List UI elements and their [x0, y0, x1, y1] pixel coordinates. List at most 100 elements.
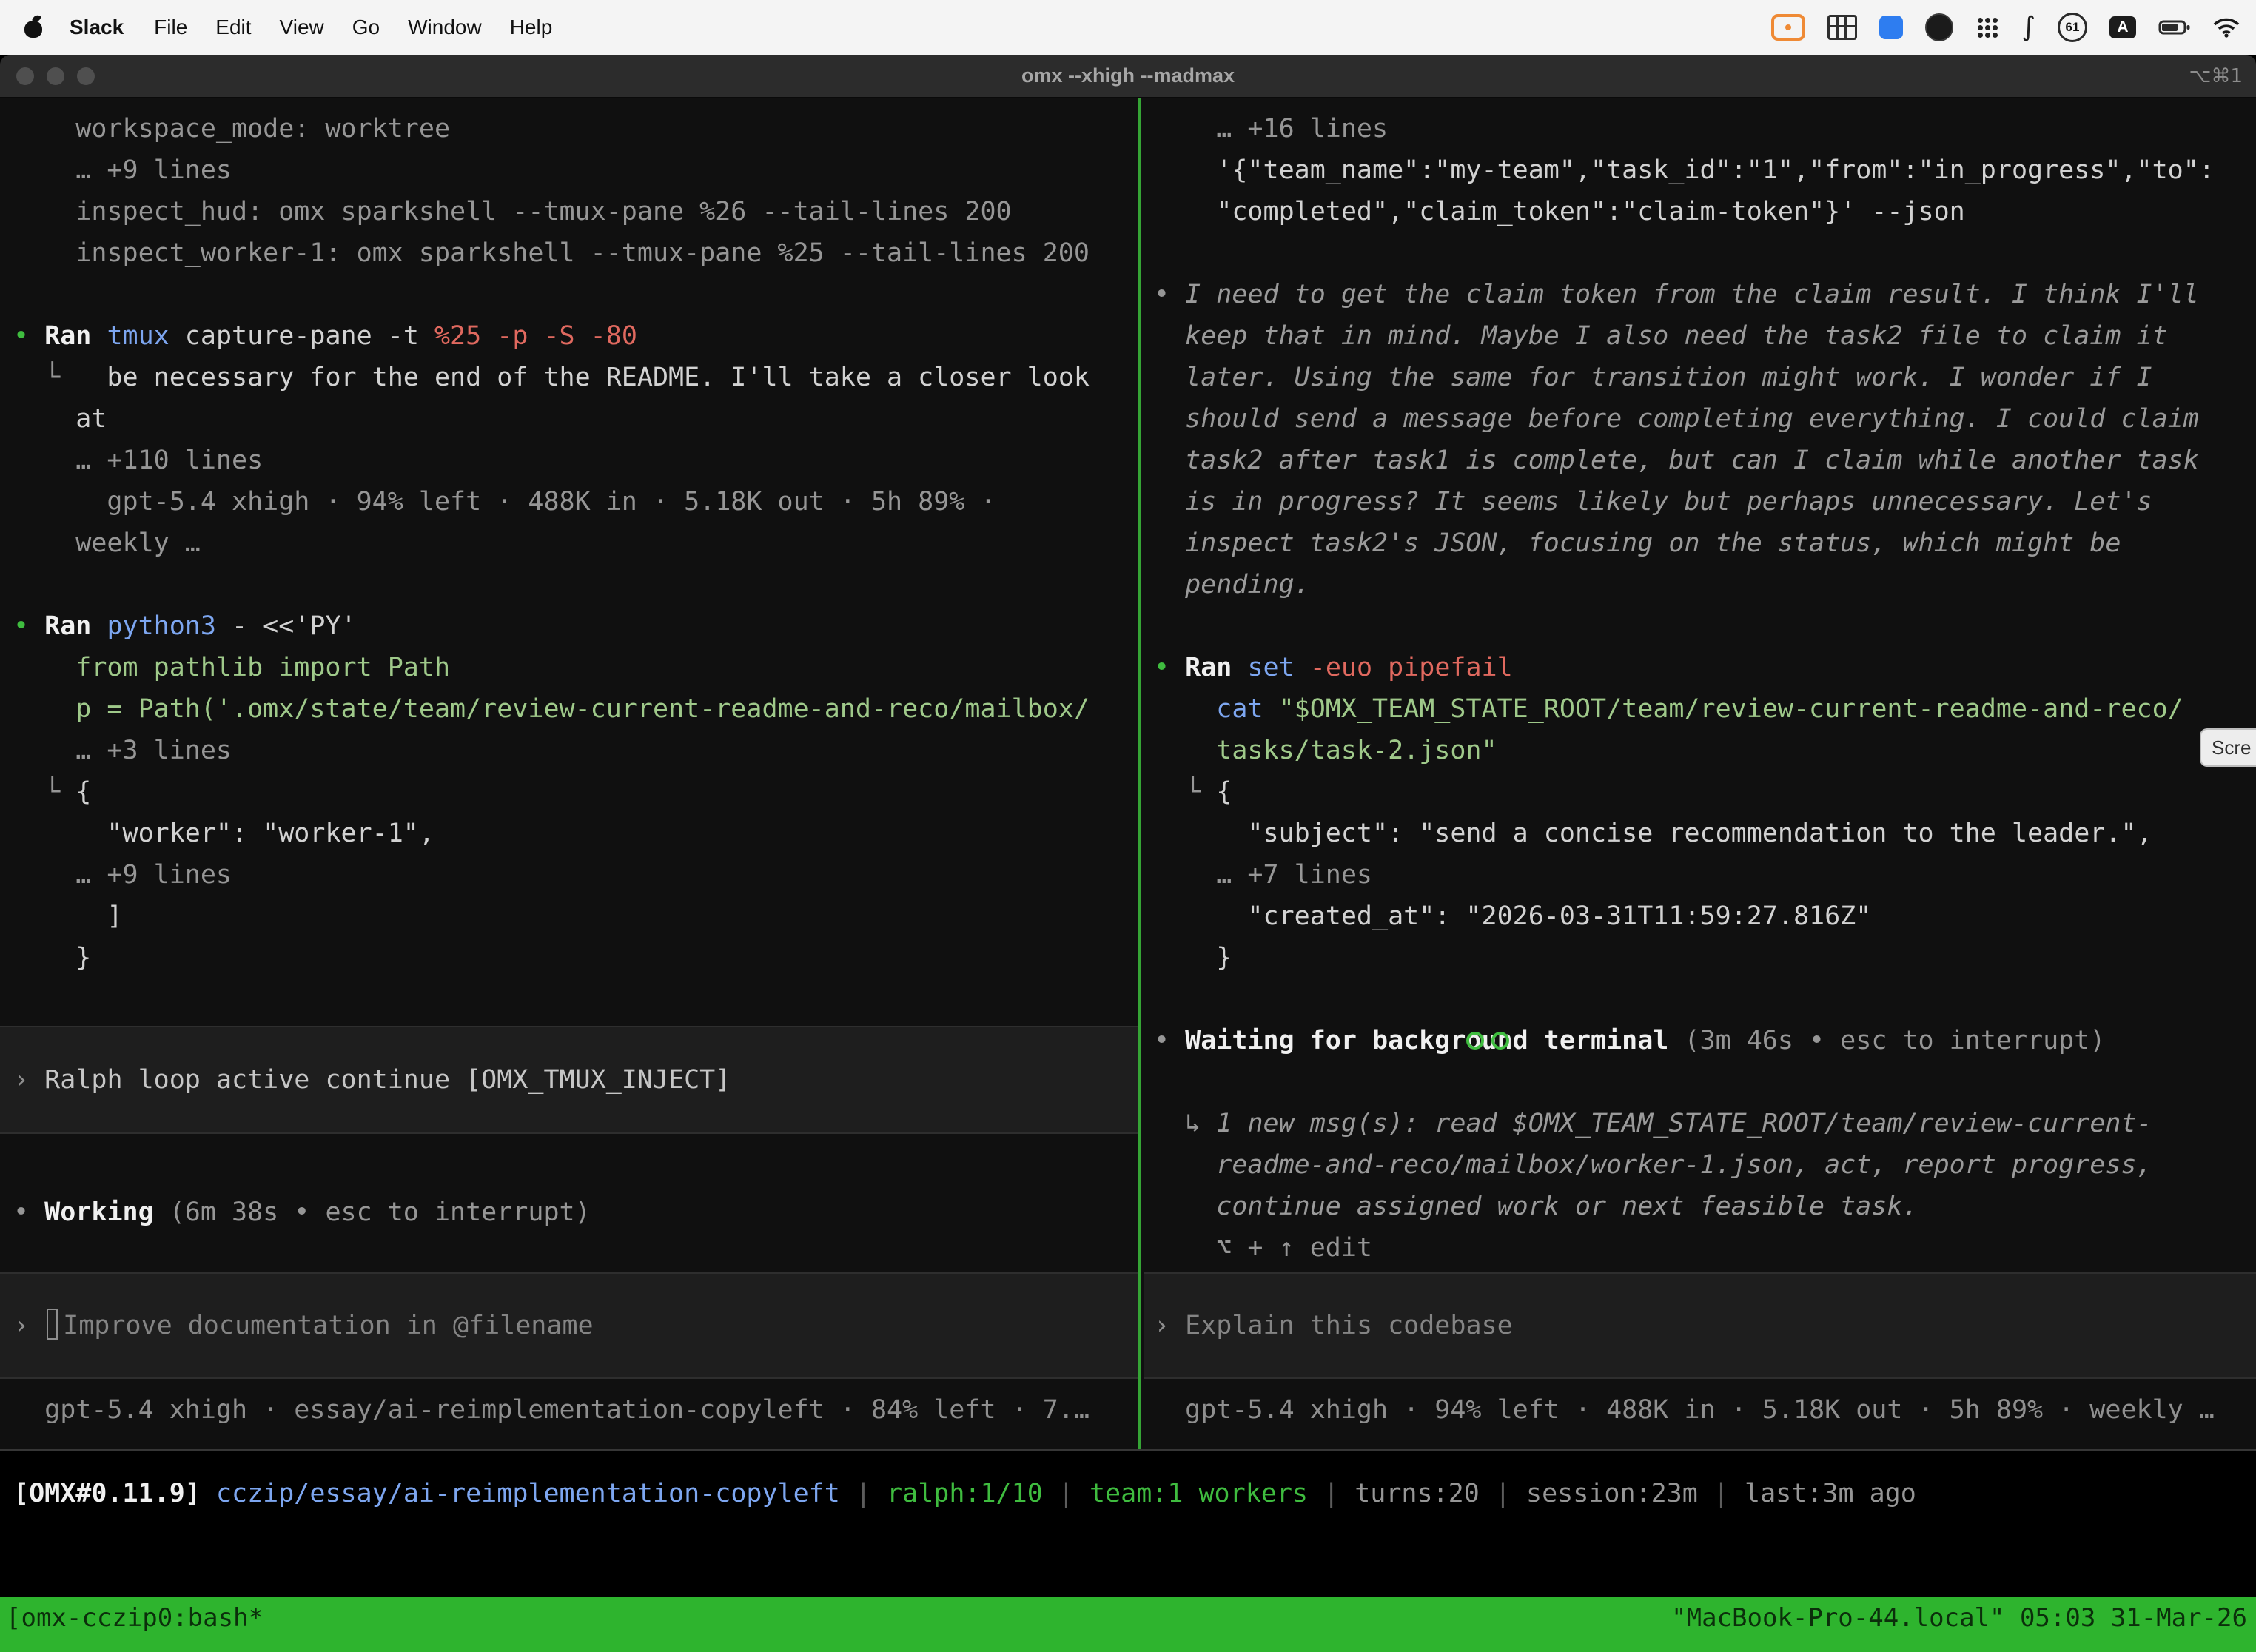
prompt-chevron: ›: [1154, 1311, 1185, 1340]
terminal-line: [13, 274, 1138, 315]
terminal-line: ↳ 1 new msg(s): read $OMX_TEAM_STATE_ROO…: [1154, 1103, 2256, 1144]
terminal-line: … +110 lines: [13, 440, 1138, 481]
terminal-line: … +7 lines: [1154, 854, 2256, 896]
terminal-line: [1154, 1061, 2256, 1103]
terminal-line: tasks/task-2.json": [1154, 730, 2256, 771]
tmux-host-and-time: "MacBook-Pro-44.local" 05:03 31-Mar-26: [1671, 1603, 2247, 1652]
terminal-line: └ be necessary for the end of the README…: [13, 357, 1138, 398]
terminal-line: [1154, 232, 2256, 274]
terminal-line: later. Using the same for transition mig…: [1154, 357, 2256, 398]
terminal-line: └ {: [1154, 771, 2256, 813]
blue-app-icon[interactable]: [1879, 16, 1903, 39]
terminal-line: • I need to get the claim token from the…: [1154, 274, 2256, 315]
close-button[interactable]: [16, 67, 34, 85]
tmux-pane-left[interactable]: workspace_mode: worktree … +9 lines insp…: [0, 98, 1138, 1449]
composer-right[interactable]: › Explain this codebase: [1144, 1272, 2256, 1379]
input-source-icon[interactable]: A: [2109, 16, 2136, 38]
menu-help[interactable]: Help: [496, 16, 567, 39]
terminal-line: • Ran tmux capture-pane -t %25 -p -S -80: [13, 315, 1138, 357]
tmux-pane-divider[interactable]: [1138, 98, 1141, 1449]
terminal-line: should send a message before completing …: [1154, 398, 2256, 440]
terminal-line: at: [13, 398, 1138, 440]
terminal-line: }: [13, 937, 1138, 978]
zoom-button[interactable]: [77, 67, 95, 85]
composer-placeholder: Explain this codebase: [1185, 1311, 1513, 1340]
terminal-line: • Waiting for background terminal (3m 46…: [1154, 1020, 2256, 1061]
menu-app-name[interactable]: Slack: [53, 16, 140, 39]
injected-prompt-label: Ralph loop active continue [OMX_TMUX_INJ…: [44, 1065, 731, 1095]
terminal-line: • Ran python3 - <<'PY': [13, 605, 1138, 647]
window-shortcut-hint: ⌥⌘1: [2189, 65, 2243, 87]
terminal-line: keep that in mind. Maybe I also need the…: [1154, 315, 2256, 357]
menu-edit[interactable]: Edit: [201, 16, 265, 39]
window-title: omx --xhigh --madmax: [1021, 64, 1235, 87]
terminal-line: weekly …: [13, 523, 1138, 564]
grid-app-icon[interactable]: [1827, 15, 1857, 40]
menu-bar-left: Slack File Edit View Go Window Help: [0, 16, 566, 39]
battery-percent-icon[interactable]: 61: [2058, 13, 2087, 42]
terminal-line: continue assigned work or next feasible …: [1154, 1186, 2256, 1227]
terminal-line: task2 after task1 is complete, but can I…: [1154, 440, 2256, 481]
terminal-window: workspace_mode: worktree … +9 lines insp…: [0, 98, 2256, 1451]
terminal-line: inspect_worker-1: omx sparkshell --tmux-…: [13, 232, 1138, 274]
terminal-output-right: … +16 lines '{"team_name":"my-team","tas…: [1154, 108, 2256, 1269]
terminal-line: "completed","claim_token":"claim-token"}…: [1154, 191, 2256, 232]
terminal-line: inspect_hud: omx sparkshell --tmux-pane …: [13, 191, 1138, 232]
menu-view[interactable]: View: [266, 16, 338, 39]
apple-menu-icon[interactable]: [24, 16, 43, 38]
terminal-line: is in progress? It seems likely but perh…: [1154, 481, 2256, 523]
spinner-dot: [1491, 1032, 1509, 1050]
model-status-left: gpt-5.4 xhigh · essay/ai-reimplementatio…: [13, 1389, 1090, 1431]
terminal-line: "subject": "send a concise recommendatio…: [1154, 813, 2256, 854]
terminal-line: [1154, 605, 2256, 647]
tmux-pane-right[interactable]: … +16 lines '{"team_name":"my-team","tas…: [1144, 98, 2256, 1449]
composer-left[interactable]: › Improve documentation in @filename: [0, 1272, 1138, 1379]
menu-window[interactable]: Window: [394, 16, 496, 39]
prompt-chevron: ›: [13, 1065, 44, 1095]
window-controls: [16, 67, 95, 85]
terminal-line: "created_at": "2026-03-31T11:59:27.816Z": [1154, 896, 2256, 937]
composer-right-text: › Explain this codebase: [1144, 1305, 1513, 1346]
text-cursor: [47, 1309, 58, 1340]
window-title-bar[interactable]: omx --xhigh --madmax ⌥⌘1: [0, 55, 2256, 98]
dots-grid-core: [1978, 18, 1983, 23]
tmux-session-name: [omx-cczip0:bash*: [6, 1603, 263, 1652]
menu-file[interactable]: File: [140, 16, 201, 39]
terminal-line: … +9 lines: [13, 854, 1138, 896]
screen-recording-icon[interactable]: [1771, 14, 1805, 41]
terminal-line: }: [1154, 937, 2256, 978]
terminal-line: p = Path('.omx/state/team/review-current…: [13, 688, 1138, 730]
terminal-line: [13, 564, 1138, 605]
spinner-dot: [1466, 1032, 1484, 1050]
battery-icon[interactable]: [2158, 19, 2191, 36]
menu-bar: Slack File Edit View Go Window Help ∫ 61…: [0, 0, 2256, 55]
prompt-chevron: ›: [13, 1311, 44, 1340]
dots-grid-icon[interactable]: [1975, 16, 1999, 39]
terminal-line: └ {: [13, 771, 1138, 813]
terminal-line: [1154, 978, 2256, 1020]
battery-percent-value: 61: [2066, 20, 2080, 35]
menu-go[interactable]: Go: [338, 16, 394, 39]
terminal-line: ]: [13, 896, 1138, 937]
terminal-line: from pathlib import Path: [13, 647, 1138, 688]
terminal-line: '{"team_name":"my-team","task_id":"1","f…: [1154, 150, 2256, 191]
injected-prompt-row[interactable]: › Ralph loop active continue [OMX_TMUX_I…: [0, 1026, 1138, 1134]
squiggle-app-icon[interactable]: ∫: [2021, 16, 2035, 38]
injected-prompt-text: › Ralph loop active continue [OMX_TMUX_I…: [0, 1059, 731, 1101]
wifi-icon[interactable]: [2213, 18, 2240, 38]
terminal-line: pending.: [1154, 564, 2256, 605]
terminal-line: … +9 lines: [13, 150, 1138, 191]
omx-status-line: [OMX#0.11.9] cczip/essay/ai-reimplementa…: [13, 1473, 1916, 1514]
terminal-line: inspect task2's JSON, focusing on the st…: [1154, 523, 2256, 564]
dark-app-icon[interactable]: [1925, 13, 1953, 41]
terminal-line: … +16 lines: [1154, 108, 2256, 150]
terminal-output-left: workspace_mode: worktree … +9 lines insp…: [13, 108, 1138, 978]
terminal-line: "worker": "worker-1",: [13, 813, 1138, 854]
terminal-line: readme-and-reco/mailbox/worker-1.json, a…: [1154, 1144, 2256, 1186]
working-status-line: • Working (6m 38s • esc to interrupt): [13, 1192, 591, 1233]
terminal-line: • Ran set -euo pipefail: [1154, 647, 2256, 688]
minimize-button[interactable]: [47, 67, 64, 85]
terminal-line: workspace_mode: worktree: [13, 108, 1138, 150]
terminal-line: gpt-5.4 xhigh · 94% left · 488K in · 5.1…: [13, 481, 1138, 523]
composer-left-text: › Improve documentation in @filename: [0, 1305, 594, 1346]
